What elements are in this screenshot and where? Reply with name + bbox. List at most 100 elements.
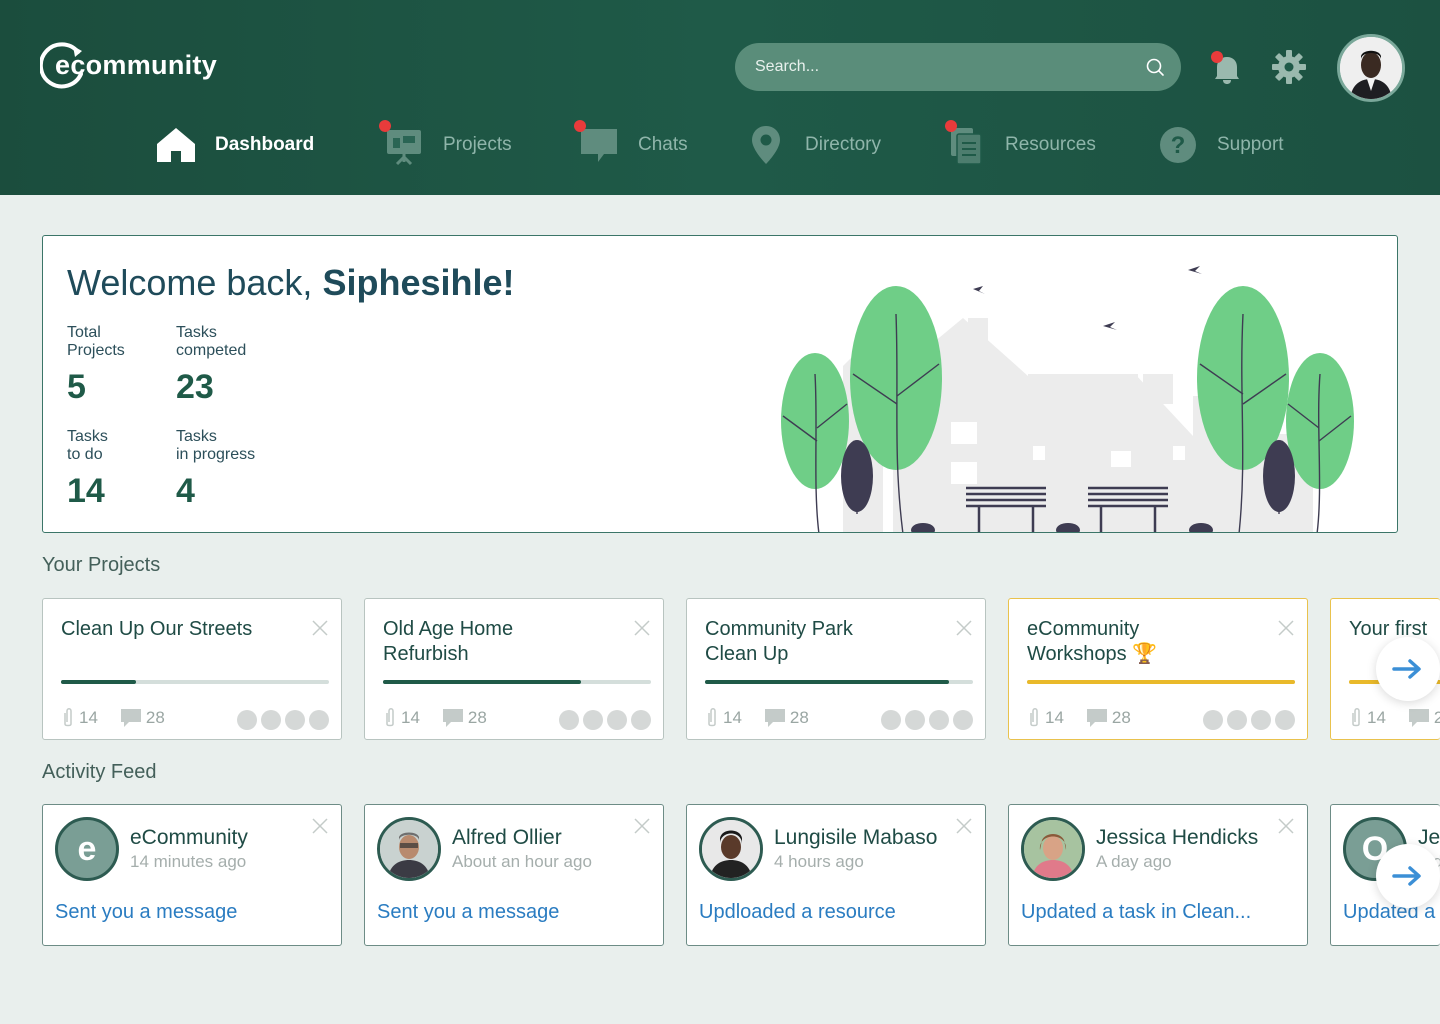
location-pin-icon <box>752 126 780 164</box>
activity-card[interactable]: Lungisile Mabaso 4 hours ago Updloaded a… <box>686 804 986 946</box>
activity-card[interactable]: Alfred Ollier About an hour ago Sent you… <box>364 804 664 946</box>
member-avatar <box>1203 710 1223 730</box>
attachment-count: 14 <box>79 708 98 727</box>
nav-label: Dashboard <box>215 134 315 155</box>
member-avatar <box>237 710 257 730</box>
paperclip-icon <box>708 708 716 727</box>
paperclip-icon <box>1030 708 1038 727</box>
nav-support[interactable]: ? Support <box>1157 122 1284 168</box>
activity-message-link[interactable]: Sent you a message <box>377 901 647 924</box>
member-avatar <box>929 710 949 730</box>
nav-label: Resources <box>1005 134 1096 155</box>
user-avatar[interactable] <box>1337 34 1405 102</box>
arrow-right-icon <box>1392 866 1421 886</box>
member-avatar <box>1251 710 1271 730</box>
search-input[interactable] <box>735 43 1181 91</box>
project-card[interactable]: Community Park Clean Up 14 28 <box>686 598 986 740</box>
member-avatar <box>905 710 925 730</box>
activity-message-link[interactable]: Updated a task in Clean... <box>1021 901 1291 924</box>
comment-icon <box>764 709 785 727</box>
home-icon <box>157 128 195 162</box>
attachment-count: 14 <box>401 708 420 727</box>
stat-value-total-projects: 5 <box>67 368 86 406</box>
close-icon[interactable] <box>311 817 329 835</box>
stat-value-tasks-todo: 14 <box>67 472 105 510</box>
project-card-completed[interactable]: eCommunity Workshops 🏆 14 28 <box>1008 598 1308 740</box>
comment-count: 28 <box>467 708 487 727</box>
project-meta: 14 28 <box>705 707 831 729</box>
activity-name: Alfred Ollier <box>452 826 562 849</box>
search-icon[interactable] <box>1144 56 1166 78</box>
notifications-bell-icon[interactable] <box>1207 49 1247 89</box>
activity-card[interactable]: Jessica Hendicks A day ago Updated a tas… <box>1008 804 1308 946</box>
member-avatar <box>881 710 901 730</box>
activity-message-link[interactable]: Updloaded a resource <box>699 901 969 924</box>
nav-projects[interactable]: Projects <box>379 120 512 168</box>
project-card[interactable]: Old Age Home Refurbish 14 28 <box>364 598 664 740</box>
comment-count: 2 <box>1434 708 1440 728</box>
activity-message-link[interactable]: Updated a <box>1343 901 1440 924</box>
stat-label-tasks-completed: Tasks competed <box>176 324 247 359</box>
comment-icon <box>1086 709 1107 727</box>
member-avatar <box>953 710 973 730</box>
project-meta: 14 28 <box>383 707 509 729</box>
stat-value-tasks-completed: 23 <box>176 368 214 406</box>
activity-card[interactable]: e eCommunity 14 minutes ago Sent you a m… <box>42 804 342 946</box>
help-question-icon: ? <box>1160 127 1196 163</box>
project-progress-bar <box>705 680 973 684</box>
member-avatar <box>285 710 305 730</box>
close-icon[interactable] <box>633 619 651 637</box>
member-avatars <box>237 710 329 730</box>
comment-count: 28 <box>789 708 809 727</box>
member-avatars <box>559 710 651 730</box>
member-avatar <box>559 710 579 730</box>
member-avatars <box>1203 710 1295 730</box>
project-card[interactable]: Clean Up Our Streets 14 28 <box>42 598 342 740</box>
activity-time: 14 minutes ago <box>130 852 247 871</box>
comment-icon <box>1408 709 1429 727</box>
project-meta: 14 2 <box>1349 707 1440 729</box>
avatar <box>699 817 763 881</box>
nav-resources[interactable]: Resources <box>945 120 1096 168</box>
nav-chats[interactable]: Chats <box>574 120 688 168</box>
activity-message-link[interactable]: Sent you a message <box>55 901 325 924</box>
close-icon[interactable] <box>311 619 329 637</box>
comment-count: 28 <box>1111 708 1131 727</box>
project-meta: 14 28 <box>1027 707 1153 729</box>
close-icon[interactable] <box>1277 619 1295 637</box>
avatar: e <box>55 817 119 881</box>
comment-icon <box>120 709 141 727</box>
section-title-activity: Activity Feed <box>42 761 157 783</box>
close-icon[interactable] <box>633 817 651 835</box>
projects-scroll-right-button[interactable] <box>1376 637 1440 701</box>
settings-gear-icon[interactable] <box>1270 48 1308 86</box>
close-icon[interactable] <box>955 619 973 637</box>
brand-logo[interactable]: ecommunity <box>40 40 240 94</box>
attachment-count: 14 <box>723 708 742 727</box>
user-name: Siphesihle! <box>322 262 515 303</box>
activity-name: Jessica Hendicks <box>1096 826 1259 849</box>
comment-count: 28 <box>145 708 165 727</box>
community-park-illustration <box>781 266 1354 532</box>
avatar <box>377 817 441 881</box>
stat-value-tasks-in-progress: 4 <box>176 472 195 510</box>
paperclip-icon <box>386 708 394 727</box>
activity-name: eCommunity <box>130 826 248 849</box>
member-avatar <box>1227 710 1247 730</box>
activity-scroll-right-button[interactable] <box>1376 844 1440 908</box>
project-progress-bar <box>61 680 329 684</box>
paperclip-icon <box>64 708 72 727</box>
avatar <box>1021 817 1085 881</box>
presentation-board-icon <box>379 120 425 166</box>
paperclip-icon <box>1352 708 1360 727</box>
close-icon[interactable] <box>955 817 973 835</box>
member-avatar <box>583 710 603 730</box>
nav-dashboard[interactable]: Dashboard <box>155 122 314 168</box>
close-icon[interactable] <box>1277 817 1295 835</box>
stat-label-tasks-todo: Tasks to do <box>67 428 108 463</box>
nav-directory[interactable]: Directory <box>745 122 881 168</box>
notification-dot <box>945 120 957 132</box>
activity-time: 4 hours ago <box>774 852 864 871</box>
nav-label: Support <box>1217 134 1284 155</box>
project-title: eCommunity Workshops 🏆 <box>1027 618 1158 665</box>
